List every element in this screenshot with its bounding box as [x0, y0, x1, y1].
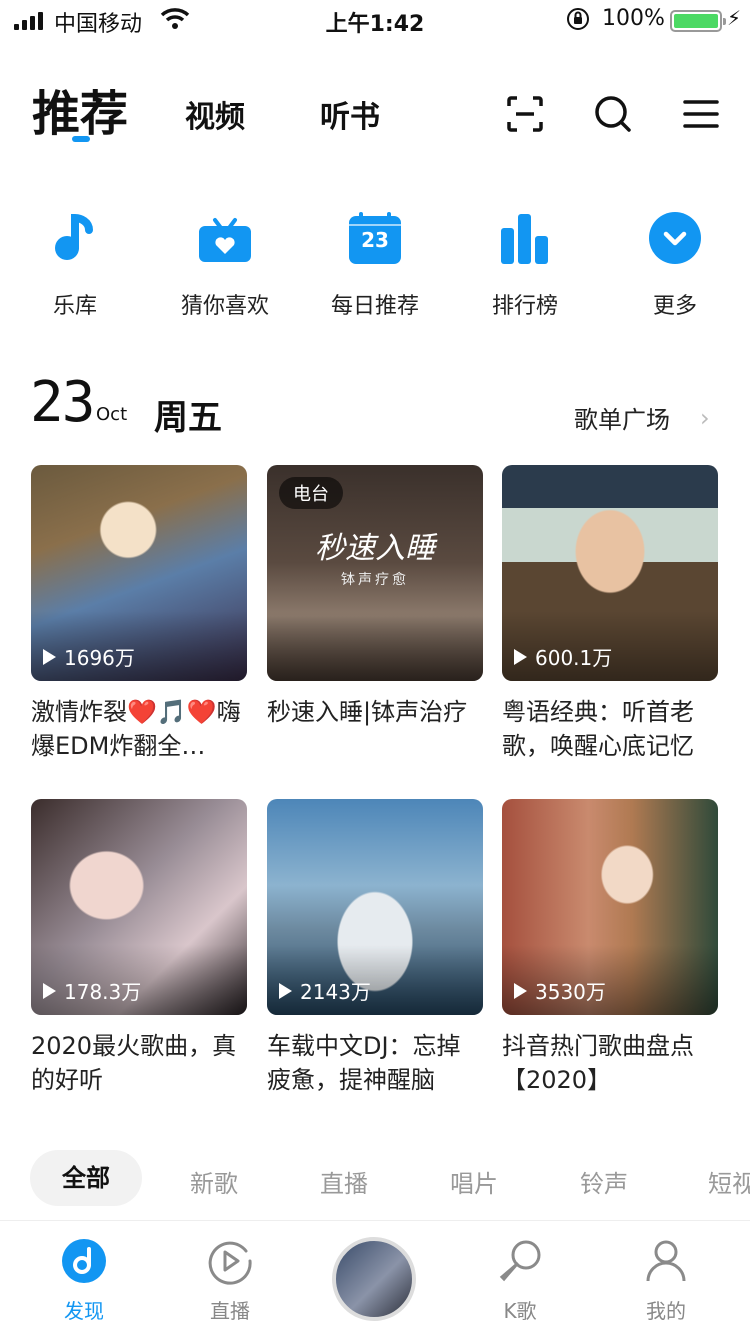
- radio-heart-icon: [197, 210, 253, 266]
- category-tabs: 全部 新歌 直播 唱片 铃声 短视: [0, 1150, 750, 1210]
- playlist-card[interactable]: 178.3万 2020最火歌曲，真的好听: [31, 799, 247, 1097]
- playlist-cover[interactable]: 1696万: [31, 465, 247, 681]
- tab-live[interactable]: 直播: [170, 1237, 290, 1324]
- tab-discover[interactable]: 发现: [24, 1237, 144, 1324]
- now-playing-avatar[interactable]: [332, 1237, 416, 1321]
- category-all[interactable]: 全部: [30, 1150, 142, 1206]
- calendar-icon: 23: [347, 210, 403, 266]
- date-day: 23: [30, 370, 95, 435]
- discover-icon: [62, 1239, 106, 1283]
- category-albums[interactable]: 唱片: [450, 1164, 498, 1199]
- status-bar: 中国移动 上午1:42 100% ⚡: [0, 0, 750, 40]
- tab-audiobook[interactable]: 听书: [320, 92, 380, 136]
- playlist-cover[interactable]: 600.1万: [502, 465, 718, 681]
- playlist-title[interactable]: 车载中文DJ：忘掉疲惫，提神醒脑: [267, 1029, 483, 1097]
- playlist-cover[interactable]: 2143万: [267, 799, 483, 1015]
- battery-percent: 100%: [602, 6, 665, 31]
- date-weekday: 周五: [154, 398, 222, 438]
- microphone-icon: [499, 1240, 541, 1282]
- playlist-cover[interactable]: 电台 秒速入睡 钵声疗愈: [267, 465, 483, 681]
- tab-karaoke[interactable]: K歌: [460, 1237, 580, 1324]
- cover-subtitle: 钵声疗愈: [341, 572, 409, 588]
- chevron-right-icon[interactable]: ›: [700, 404, 710, 432]
- search-icon[interactable]: [593, 94, 633, 134]
- play-icon: [514, 982, 527, 999]
- play-count: 600.1万: [535, 646, 613, 670]
- tab-video[interactable]: 视频: [185, 92, 245, 136]
- playlist-title[interactable]: 粤语经典：听首老歌，唤醒心底记忆: [502, 695, 718, 763]
- play-count: 2143万: [300, 980, 371, 1004]
- quick-more[interactable]: 更多: [600, 210, 750, 320]
- play-icon: [43, 982, 56, 999]
- tab-mine[interactable]: 我的: [606, 1237, 726, 1324]
- play-circle-icon: [208, 1241, 252, 1285]
- user-icon: [646, 1240, 686, 1282]
- quick-guess-you-like[interactable]: 猜你喜欢: [150, 210, 300, 320]
- scan-icon[interactable]: [505, 94, 545, 134]
- playlist-card[interactable]: 2143万 车载中文DJ：忘掉疲惫，提神醒脑: [267, 799, 483, 1097]
- battery-icon: [670, 10, 726, 32]
- play-count: 1696万: [64, 646, 135, 670]
- playlist-title[interactable]: 抖音热门歌曲盘点【2020】: [502, 1029, 718, 1097]
- quick-entries: 乐库 猜你喜欢 23 每日推荐 排行榜 更多: [0, 210, 750, 320]
- category-live[interactable]: 直播: [320, 1164, 368, 1199]
- top-nav: 推荐 视频 听书: [0, 60, 750, 160]
- playlist-card[interactable]: 电台 秒速入睡 钵声疗愈 秒速入睡|钵声治疗: [267, 465, 483, 763]
- quick-library[interactable]: 乐库: [0, 210, 150, 320]
- music-note-icon: [47, 210, 103, 266]
- bottom-tab-bar: 发现 直播 K歌 我的: [0, 1220, 750, 1334]
- cover-title: 秒速入睡: [315, 531, 435, 566]
- menu-icon[interactable]: [681, 94, 721, 134]
- charging-icon: ⚡: [727, 6, 742, 30]
- chevron-down-circle-icon: [647, 210, 703, 266]
- category-new-songs[interactable]: 新歌: [190, 1164, 238, 1199]
- play-count: 178.3万: [64, 980, 142, 1004]
- play-count: 3530万: [535, 980, 606, 1004]
- play-icon: [514, 648, 527, 665]
- tab-indicator: [72, 136, 90, 142]
- play-icon: [279, 982, 292, 999]
- playlist-card[interactable]: 600.1万 粤语经典：听首老歌，唤醒心底记忆: [502, 465, 718, 763]
- quick-charts[interactable]: 排行榜: [450, 210, 600, 320]
- playlist-title[interactable]: 秒速入睡|钵声治疗: [267, 695, 483, 763]
- category-short-video[interactable]: 短视: [708, 1164, 750, 1199]
- playlist-cover[interactable]: 3530万: [502, 799, 718, 1015]
- tab-recommend[interactable]: 推荐: [32, 74, 128, 144]
- playlist-title[interactable]: 激情炸裂❤️🎵❤️嗨爆EDM炸翻全…: [31, 695, 247, 763]
- date-month: Oct: [96, 404, 128, 425]
- play-icon: [43, 648, 56, 665]
- playlist-plaza-link[interactable]: 歌单广场: [574, 400, 670, 435]
- quick-daily-recommend[interactable]: 23 每日推荐: [300, 210, 450, 320]
- playlist-title[interactable]: 2020最火歌曲，真的好听: [31, 1029, 247, 1097]
- radio-badge: 电台: [279, 477, 343, 509]
- rotation-lock-icon: [567, 8, 589, 30]
- playlist-card[interactable]: 1696万 激情炸裂❤️🎵❤️嗨爆EDM炸翻全…: [31, 465, 247, 763]
- category-ringtones[interactable]: 铃声: [580, 1164, 628, 1199]
- bar-chart-icon: [497, 210, 553, 266]
- playlist-card[interactable]: 3530万 抖音热门歌曲盘点【2020】: [502, 799, 718, 1097]
- playlist-cover[interactable]: 178.3万: [31, 799, 247, 1015]
